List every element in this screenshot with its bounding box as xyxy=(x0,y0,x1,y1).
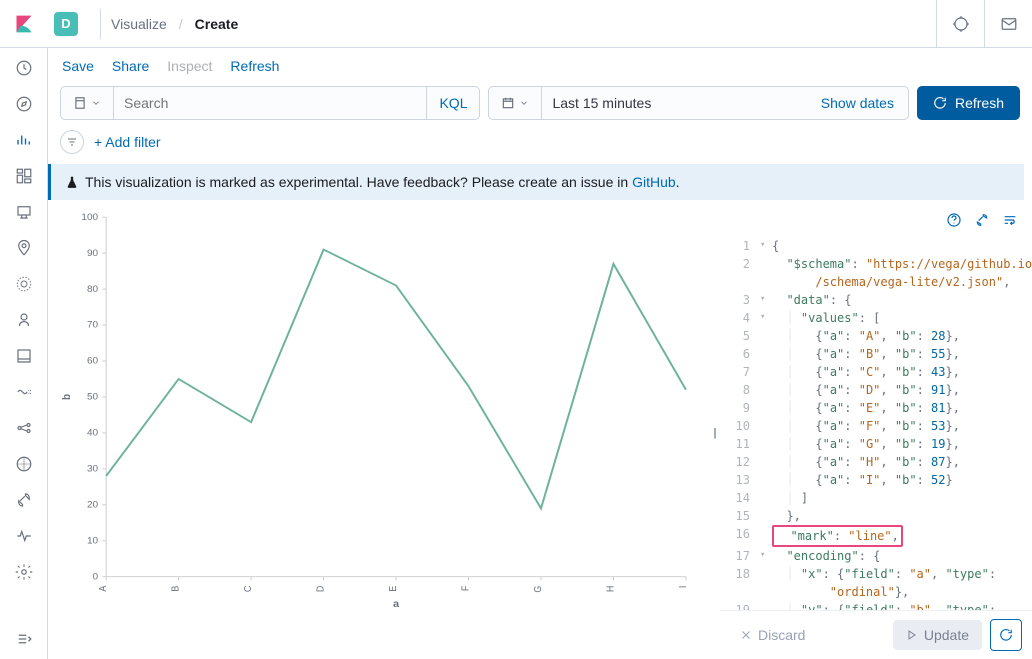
save-button[interactable]: Save xyxy=(62,58,94,74)
breadcrumb: Visualize / Create xyxy=(111,16,238,32)
saved-queries-button[interactable] xyxy=(61,87,113,119)
divider xyxy=(100,9,101,39)
space-selector[interactable]: D xyxy=(54,12,78,36)
chart-pane: 0 10 20 30 40 50 60 70 80 90 100 A B C D E F G H Ia b xyxy=(48,206,708,659)
nav-siem-icon[interactable] xyxy=(14,454,34,474)
svg-text:B: B xyxy=(170,586,182,592)
svg-text:50: 50 xyxy=(87,392,98,402)
nav-devtools-icon[interactable] xyxy=(14,490,34,510)
mail-icon[interactable] xyxy=(984,0,1032,48)
time-range-display[interactable]: Last 15 minutes xyxy=(542,87,806,119)
date-picker-button[interactable] xyxy=(489,87,541,119)
editor-wrap-icon[interactable] xyxy=(1002,212,1018,231)
kibana-logo-icon[interactable] xyxy=(0,0,48,48)
breadcrumb-visualize[interactable]: Visualize xyxy=(111,16,167,32)
editor-help-icon[interactable] xyxy=(946,212,962,231)
filter-options-icon[interactable] xyxy=(60,130,84,154)
discard-button[interactable]: Discard xyxy=(730,621,815,649)
nav-recently-viewed-icon[interactable] xyxy=(14,58,34,78)
pane-splitter[interactable]: || xyxy=(708,206,720,659)
update-button[interactable]: Update xyxy=(893,620,982,650)
share-button[interactable]: Share xyxy=(112,58,149,74)
side-nav xyxy=(0,48,48,659)
code-editor[interactable]: 1▾{2 "$schema": "https://vega/github.io … xyxy=(720,237,1032,610)
nav-infra-icon[interactable] xyxy=(14,310,34,330)
content-area: Save Share Inspect Refresh KQL xyxy=(48,48,1032,659)
svg-text:20: 20 xyxy=(87,500,98,510)
svg-text:10: 10 xyxy=(87,536,98,546)
nav-logs-icon[interactable] xyxy=(14,346,34,366)
refresh-button[interactable]: Refresh xyxy=(230,58,279,74)
refresh-query-button[interactable]: Refresh xyxy=(917,86,1020,120)
svg-text:80: 80 xyxy=(87,284,98,294)
svg-text:30: 30 xyxy=(87,464,98,474)
add-filter-button[interactable]: + Add filter xyxy=(94,134,161,150)
editor-footer: Discard Update xyxy=(720,610,1032,659)
search-input[interactable] xyxy=(114,87,426,119)
svg-text:a: a xyxy=(393,600,399,609)
svg-text:E: E xyxy=(388,586,400,592)
svg-text:40: 40 xyxy=(87,428,98,438)
svg-text:90: 90 xyxy=(87,248,98,258)
filter-bar: + Add filter xyxy=(48,126,1032,164)
nav-collapse-icon[interactable] xyxy=(14,629,34,649)
svg-text:G: G xyxy=(533,586,545,593)
svg-text:D: D xyxy=(315,586,327,593)
nav-maps-icon[interactable] xyxy=(14,238,34,258)
svg-text:0: 0 xyxy=(93,572,99,582)
beaker-icon xyxy=(65,175,79,189)
line-chart: 0 10 20 30 40 50 60 70 80 90 100 A B C D E F G H Ia b xyxy=(58,210,700,609)
show-dates-button[interactable]: Show dates xyxy=(807,87,908,119)
svg-text:C: C xyxy=(243,586,255,593)
query-bar: KQL Last 15 minutes Show dates Refresh xyxy=(48,80,1032,126)
fullscreen-icon[interactable] xyxy=(936,0,984,48)
kql-toggle[interactable]: KQL xyxy=(427,87,479,119)
editor-format-icon[interactable] xyxy=(974,212,990,231)
nav-visualize-icon[interactable] xyxy=(14,130,34,150)
topbar: D Visualize / Create xyxy=(0,0,1032,48)
svg-text:H: H xyxy=(605,586,617,593)
inspect-button: Inspect xyxy=(167,58,212,74)
editor-toolbar xyxy=(720,206,1032,237)
nav-management-icon[interactable] xyxy=(14,562,34,582)
svg-text:b: b xyxy=(62,394,74,400)
svg-text:70: 70 xyxy=(87,320,98,330)
svg-text:F: F xyxy=(460,586,472,592)
nav-discover-icon[interactable] xyxy=(14,94,34,114)
callout-text: This visualization is marked as experime… xyxy=(85,174,680,190)
nav-canvas-icon[interactable] xyxy=(14,202,34,222)
nav-uptime-icon[interactable] xyxy=(14,418,34,438)
nav-dashboard-icon[interactable] xyxy=(14,166,34,186)
nav-apm-icon[interactable] xyxy=(14,382,34,402)
vega-editor-pane: 1▾{2 "$schema": "https://vega/github.io … xyxy=(720,206,1032,659)
vis-toolbar: Save Share Inspect Refresh xyxy=(48,48,1032,80)
svg-text:I: I xyxy=(678,586,690,588)
svg-text:100: 100 xyxy=(81,212,98,222)
svg-text:A: A xyxy=(98,585,110,592)
auto-apply-button[interactable] xyxy=(990,619,1022,651)
nav-monitoring-icon[interactable] xyxy=(14,526,34,546)
github-link[interactable]: GitHub xyxy=(632,174,676,190)
breadcrumb-separator: / xyxy=(179,16,183,32)
breadcrumb-current: Create xyxy=(195,16,239,32)
nav-ml-icon[interactable] xyxy=(14,274,34,294)
experimental-callout: This visualization is marked as experime… xyxy=(48,164,1024,200)
svg-text:60: 60 xyxy=(87,356,98,366)
